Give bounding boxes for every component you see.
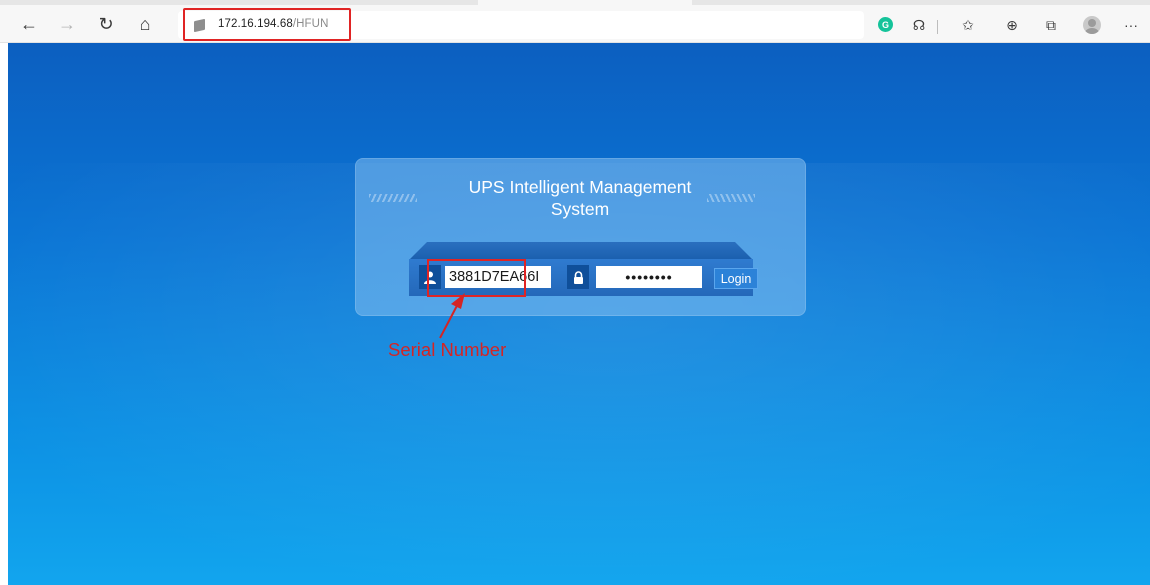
annotation-arrow bbox=[439, 293, 465, 339]
browser-window: ← → ↻ ⌂ 172.16.194.68/HFUN G ☊ ✩ ⊕ ⧉ ···… bbox=[0, 0, 1150, 585]
serial-number-annotation: Serial Number bbox=[388, 339, 507, 360]
arrow-head bbox=[451, 293, 465, 309]
